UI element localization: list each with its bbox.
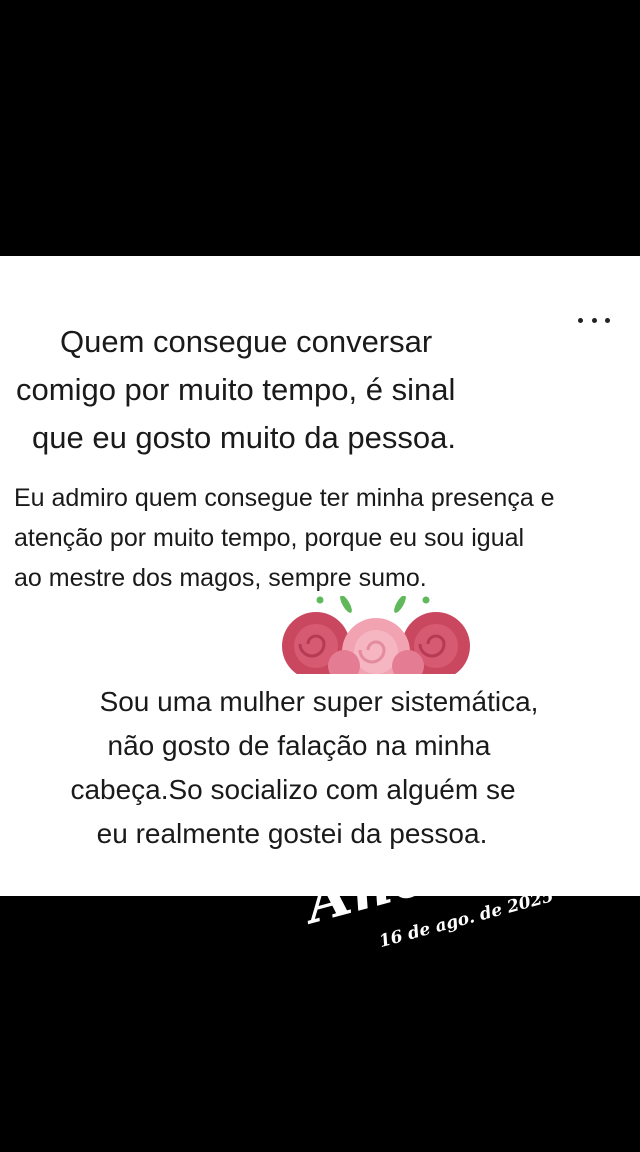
quote-heading-line: que eu gosto muito da pessoa. <box>32 420 456 455</box>
quote-heading-line: Quem consegue conversar <box>60 324 433 359</box>
quote-paragraph-line: atenção por muito tempo, porque eu sou i… <box>14 524 525 552</box>
more-options-icon[interactable] <box>578 312 610 328</box>
quote-paragraph-line: ao mestre dos magos, sempre sumo. <box>14 564 427 592</box>
quote-body-line: não gosto de falação na minha <box>107 730 491 761</box>
quote-paragraph: Eu admiro quem consegue ter minha presen… <box>14 478 626 598</box>
quote-body-line: Sou uma mulher super sistemática, <box>99 686 539 717</box>
quote-heading-line: comigo por muito tempo, é sinal <box>16 372 456 407</box>
quote-paragraph-line: Eu admiro quem consegue ter minha presen… <box>14 484 555 512</box>
top-black-bar <box>0 0 640 256</box>
roses-icon <box>278 596 474 680</box>
